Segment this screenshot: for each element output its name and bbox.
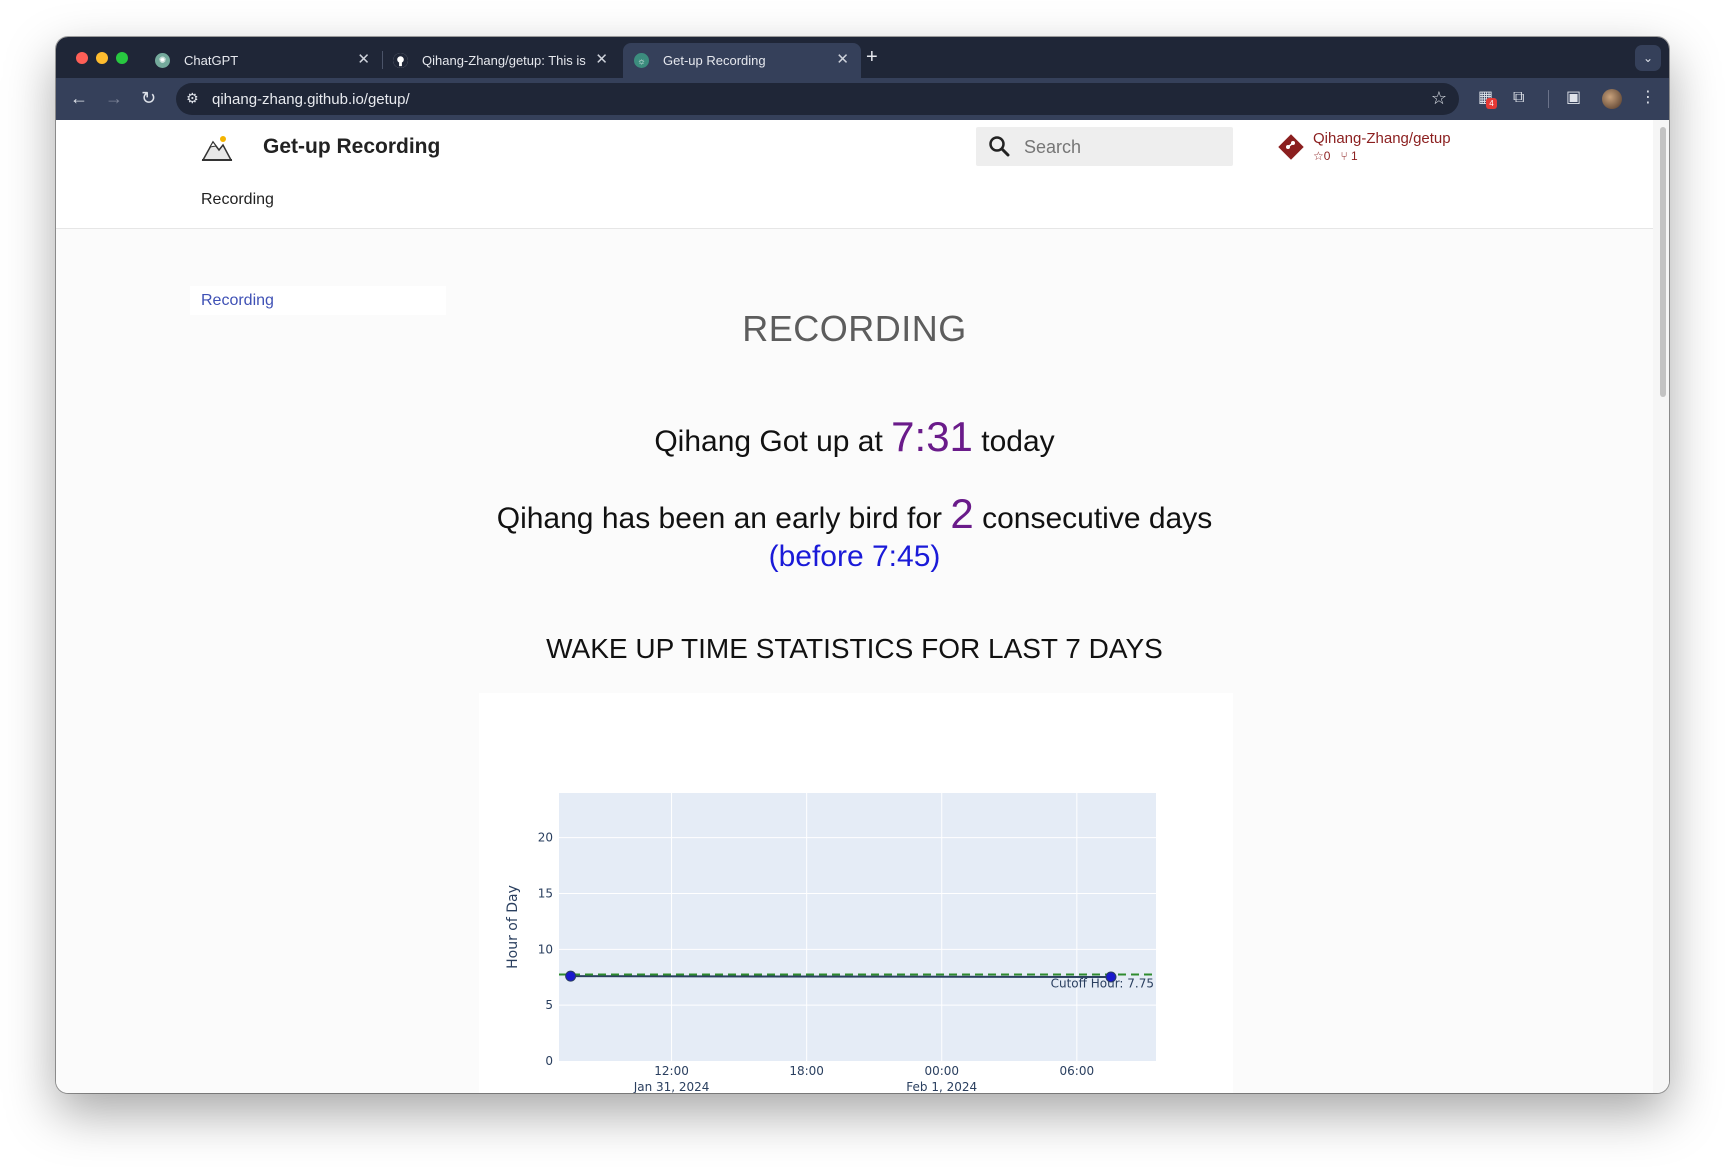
git-icon — [1278, 134, 1304, 160]
tab-github[interactable]: Qihang-Zhang/getup: This is ✕ — [382, 43, 620, 78]
web-page: Get-up Recording Search Qihang-Zhang/get… — [56, 120, 1653, 1093]
tab-chatgpt[interactable]: ✺ ChatGPT ✕ — [144, 43, 382, 78]
scrollbar-thumb[interactable] — [1660, 127, 1666, 397]
reload-icon[interactable]: ↻ — [141, 87, 156, 109]
profile-avatar[interactable] — [1602, 89, 1622, 109]
fork-icon: ⑂ — [1340, 149, 1348, 163]
browser-toolbar: ← → ↻ ⚙ qihang-zhang.github.io/getup/ ☆ … — [56, 78, 1669, 120]
tab-bar: ✺ ChatGPT ✕ Qihang-Zhang/getup: This is … — [56, 37, 1669, 78]
x-tick-label: 06:00 — [1060, 1064, 1095, 1078]
star-count: 0 — [1323, 149, 1331, 163]
github-icon — [393, 53, 408, 68]
tab-search-chevron-icon[interactable]: ⌄ — [1635, 45, 1661, 71]
x-tick-label: 12:00 — [654, 1064, 689, 1078]
y-tick-label: 15 — [538, 887, 553, 901]
minimize-window-button[interactable] — [96, 52, 108, 64]
close-tab-icon[interactable]: ✕ — [595, 51, 608, 69]
data-point — [565, 970, 577, 982]
site-title[interactable]: Get-up Recording — [263, 135, 440, 159]
x-tick-label: 18:00 — [789, 1064, 824, 1078]
url-text[interactable]: qihang-zhang.github.io/getup/ — [212, 91, 410, 108]
repo-name: Qihang-Zhang/getup — [1313, 130, 1451, 147]
plot-area — [559, 793, 1156, 1061]
search-icon — [989, 136, 1010, 157]
new-tab-button[interactable]: + — [866, 47, 878, 67]
streak-line: Qihang has been an early bird for 2 cons… — [56, 490, 1653, 538]
site-info-icon[interactable]: ⚙ — [186, 90, 199, 107]
toolbar-divider — [1548, 90, 1549, 108]
y-tick-label: 0 — [545, 1054, 553, 1068]
mountain-logo-icon[interactable] — [201, 134, 233, 162]
cutoff-note: (before 7:45) — [768, 540, 941, 573]
series-line — [570, 975, 1111, 979]
streak-suffix: consecutive days — [982, 502, 1213, 535]
site-favicon-icon: ☼ — [634, 53, 649, 68]
wake-suffix: today — [981, 425, 1055, 458]
back-arrow-icon[interactable]: ← — [70, 87, 88, 109]
forward-arrow-icon[interactable]: → — [105, 87, 123, 109]
fork-count: 1 — [1351, 149, 1358, 163]
browser-window: ✺ ChatGPT ✕ Qihang-Zhang/getup: This is … — [56, 37, 1669, 1093]
search-placeholder: Search — [1024, 137, 1082, 157]
y-tick-label: 5 — [545, 998, 553, 1012]
y-axis-label: Hour of Day — [505, 885, 521, 969]
side-panel-icon[interactable]: ▣ — [1566, 88, 1581, 108]
x-tick-date-label: Jan 31, 2024 — [633, 1080, 710, 1093]
wake-time-line: Qihang Got up at 7:31 today — [56, 413, 1653, 461]
chart-svg: 0 5 10 15 20 12:00 Jan 31, 2024 18:00 00:00 Feb 1… — [505, 793, 1156, 1093]
streak-days-value: 2 — [950, 490, 974, 537]
more-menu-icon[interactable]: ⋮ — [1640, 88, 1656, 108]
wake-time-value: 7:31 — [891, 413, 973, 460]
y-tick-label: 10 — [538, 942, 553, 956]
close-tab-icon[interactable]: ✕ — [836, 51, 849, 69]
page-title: RECORDING — [742, 308, 967, 349]
extensions-puzzle-icon[interactable]: ⧉ — [1513, 88, 1524, 108]
search-input[interactable]: Search — [976, 127, 1233, 166]
nav-item-recording[interactable]: Recording — [201, 191, 274, 209]
streak-prefix: Qihang has been an early bird for — [496, 502, 943, 535]
bookmark-star-icon[interactable]: ☆ — [1431, 88, 1447, 109]
wake-prefix: Qihang Got up at — [654, 425, 883, 458]
tab-getup-recording[interactable]: ☼ Get-up Recording ✕ — [623, 43, 861, 78]
cutoff-annotation: Cutoff Hour: 7.75 — [1051, 976, 1154, 990]
close-window-button[interactable] — [76, 52, 88, 64]
extension-count-badge: 4 — [1486, 98, 1497, 109]
repo-stats: ☆0 ⑂ 1 — [1313, 149, 1358, 163]
site-header: Get-up Recording Search Qihang-Zhang/get… — [56, 120, 1653, 229]
wake-time-chart[interactable]: 0 5 10 15 20 12:00 Jan 31, 2024 18:00 00:00 Feb 1… — [479, 693, 1233, 1093]
stats-heading: WAKE UP TIME STATISTICS FOR LAST 7 DAYS — [546, 633, 1163, 664]
y-tick-label: 20 — [538, 831, 553, 845]
close-tab-icon[interactable]: ✕ — [357, 51, 370, 69]
star-icon: ☆ — [1313, 149, 1324, 163]
chatgpt-icon: ✺ — [155, 53, 170, 68]
x-tick-label: 00:00 — [924, 1064, 959, 1078]
x-tick-date-label: Feb 1, 2024 — [906, 1080, 977, 1093]
maximize-window-button[interactable] — [116, 52, 128, 64]
address-bar[interactable]: ⚙ qihang-zhang.github.io/getup/ ☆ — [176, 83, 1459, 115]
